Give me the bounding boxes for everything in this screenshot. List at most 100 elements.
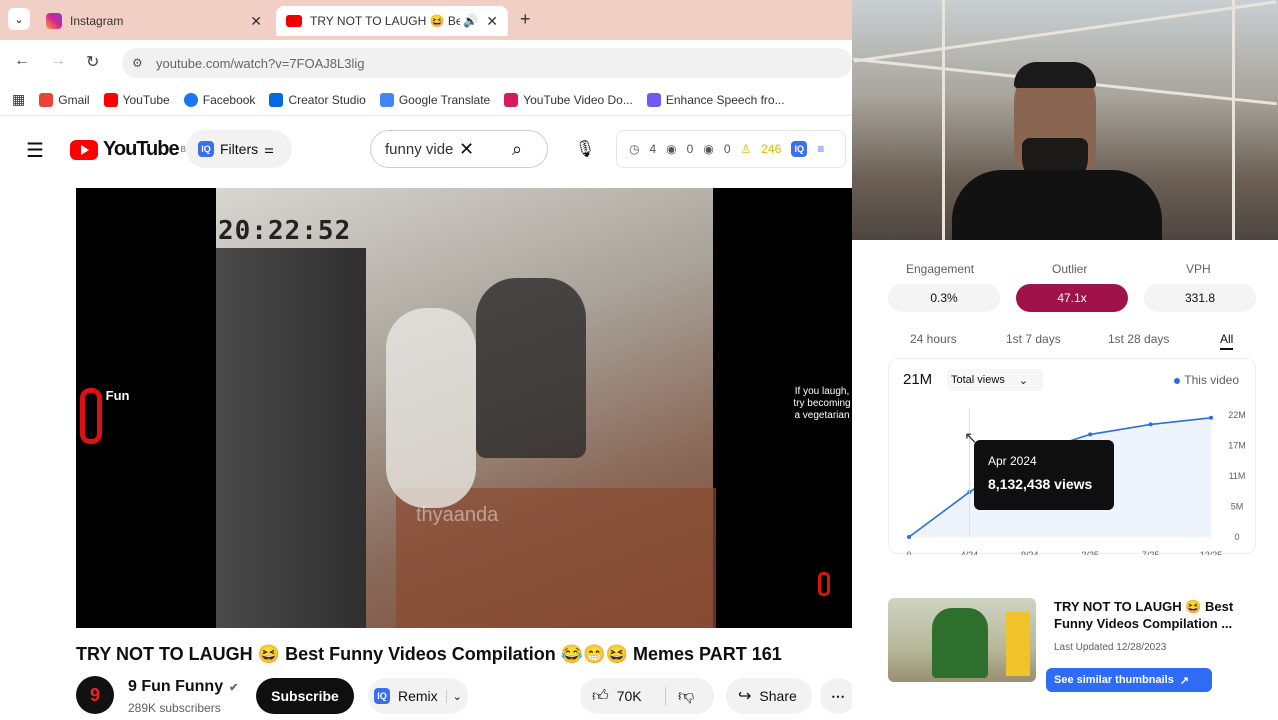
tab-youtube[interactable]: TRY NOT TO LAUGH 😆 Be 🔊 ✕ [276, 6, 508, 36]
tab-instagram[interactable]: Instagram ✕ [36, 6, 272, 36]
search-input[interactable]: funny vide [385, 141, 459, 158]
video-person-shape [476, 278, 586, 458]
forward-button[interactable]: → [50, 52, 66, 70]
translate-icon [379, 92, 394, 107]
vidiq-icon: IQ [374, 688, 390, 704]
instagram-icon [46, 13, 62, 29]
apps-icon[interactable]: ▦ [12, 91, 25, 108]
bookmark-gmail[interactable]: Gmail [39, 92, 90, 107]
webcam-overlay [852, 0, 1278, 240]
meta-icon [269, 92, 284, 107]
x-tick-label: 2/25 [1081, 550, 1099, 555]
similar-button-label: See similar thumbnails [1054, 674, 1174, 686]
list-icon[interactable]: ≡ [817, 142, 824, 156]
stat-value: 4 [649, 142, 657, 156]
bookmark-label: Facebook [202, 92, 256, 107]
data-point [1088, 432, 1093, 437]
youtube-favicon-icon [286, 15, 302, 27]
data-point [1209, 415, 1213, 420]
recommendation-updated: Last Updated 12/28/2023 [1054, 642, 1167, 653]
like-dislike-group: 👍︎ 70K 👎︎ [580, 678, 714, 714]
watermark-text: Fun [105, 388, 130, 403]
bookmark-facebook[interactable]: Facebook [183, 92, 256, 107]
thumbnail-person-shape [932, 608, 988, 678]
tab-search-button[interactable]: ⌄ [8, 8, 30, 30]
data-point [907, 535, 911, 539]
recommendation-card[interactable]: TRY NOT TO LAUGH 😆 Best Funny Videos Com… [888, 598, 1258, 692]
clock-icon: ◷ [629, 142, 640, 156]
remix-button[interactable]: IQ Remix ⌄ [368, 678, 468, 714]
share-button[interactable]: ↪ Share [726, 678, 812, 714]
vidiq-icon: IQ [198, 141, 214, 157]
vidiq-icon[interactable]: IQ [791, 141, 808, 157]
data-point [1148, 422, 1153, 427]
webcam-person [952, 58, 1162, 240]
roof-beam [853, 0, 1277, 63]
address-bar[interactable]: ⚙ youtube.com/watch?v=7FOAJ8L3lig [122, 48, 852, 78]
stat-value: 246 [761, 142, 782, 156]
menu-icon[interactable]: ☰ [26, 138, 44, 163]
x-tick-label: 4/24 [961, 550, 979, 555]
close-tab-icon[interactable]: ✕ [250, 13, 262, 30]
bookmark-youtube[interactable]: YouTube [103, 92, 170, 107]
thumbnail-shelf-shape [1006, 612, 1030, 676]
video-title: TRY NOT TO LAUGH 😆 Best Funny Videos Com… [76, 644, 782, 664]
x-tick-label: 12/25 [1200, 550, 1223, 555]
thumbs-up-icon: 👍︎ [592, 687, 609, 705]
nine-logo-icon [80, 388, 102, 444]
recommendation-title[interactable]: TRY NOT TO LAUGH 😆 Best Funny Videos Com… [1054, 598, 1254, 632]
dislike-button[interactable]: 👎︎ [666, 687, 694, 706]
bookmark-enhance-speech[interactable]: Enhance Speech fro... [646, 92, 785, 107]
search-button[interactable]: ⌕ [487, 131, 547, 167]
period-tab-28d[interactable]: 1st 28 days [1108, 332, 1169, 346]
cursor-icon: ↖ [964, 430, 978, 447]
outlier-value: 47.1x [1016, 284, 1128, 312]
reload-button[interactable]: ↻ [86, 52, 99, 72]
bookmark-icon [504, 92, 519, 107]
bookmark-label: Gmail [58, 92, 90, 107]
period-tab-24h[interactable]: 24 hours [910, 332, 957, 346]
recommendation-thumbnail[interactable] [888, 598, 1036, 682]
y-tick-label: 22M [1228, 410, 1246, 420]
voice-search-button[interactable]: 🎙 [568, 132, 602, 166]
tooltip-views: 8,132,438 views [988, 476, 1093, 492]
back-button[interactable]: ← [14, 52, 30, 70]
bookmark-label: Enhance Speech fro... [665, 92, 785, 107]
person-hair-shape [1014, 62, 1096, 88]
metric-label: VPH [1186, 262, 1211, 276]
period-tab-all[interactable]: All [1220, 332, 1234, 350]
new-tab-button[interactable]: + [520, 9, 531, 30]
share-icon: ↪ [738, 688, 752, 705]
subscribe-button[interactable]: Subscribe [256, 678, 354, 714]
vidiq-stats-bar: ◷ 4 ◉ 0 ◉ 0 ♙ 246 IQ ≡ [616, 130, 846, 168]
video-player[interactable]: thyaanda 20:22:52 Fun If you laugh, try … [76, 188, 853, 628]
y-tick-label: 5M [1231, 502, 1244, 512]
close-tab-icon[interactable]: ✕ [486, 13, 498, 30]
chevron-down-icon[interactable]: ⌄ [445, 689, 462, 703]
bookmark-creator-studio[interactable]: Creator Studio [269, 92, 366, 107]
bookmark-google-translate[interactable]: Google Translate [379, 92, 491, 107]
eye-icon: ◉ [703, 142, 714, 156]
vidiq-panel: Engagement Outlier VPH 0.3% 47.1x 331.8 … [852, 240, 1278, 720]
more-actions-button[interactable]: ⋯ [820, 678, 856, 714]
like-count: 70K [616, 688, 642, 704]
period-tab-7d[interactable]: 1st 7 days [1006, 332, 1061, 346]
see-similar-thumbnails-button[interactable]: See similar thumbnails ↗ [1046, 668, 1212, 692]
x-tick-label: 0 [906, 550, 911, 555]
like-button[interactable]: 👍︎ 70K [580, 686, 666, 706]
video-watermark: thyaanda [416, 504, 499, 526]
youtube-logo[interactable]: YouTube BD [70, 138, 192, 161]
channel-avatar[interactable]: 9 [76, 676, 114, 714]
bookmark-label: Google Translate [398, 92, 491, 107]
channel-name[interactable]: 9 Fun Funny ✔ [128, 678, 238, 696]
engagement-value: 0.3% [888, 284, 1000, 312]
filters-button[interactable]: IQ Filters ⚌ [186, 130, 292, 168]
search-box[interactable]: funny vide ✕ ⌕ [370, 130, 548, 168]
y-tick-label: 11M [1229, 471, 1246, 481]
bookmark-video-downloader[interactable]: YouTube Video Do... [504, 92, 633, 107]
video-timestamp: 20:22:52 [218, 216, 352, 246]
audio-icon[interactable]: 🔊 [463, 14, 478, 28]
metric-label: Outlier [1052, 262, 1088, 276]
site-settings-icon[interactable]: ⚙ [132, 56, 143, 70]
clear-search-icon[interactable]: ✕ [459, 139, 474, 160]
